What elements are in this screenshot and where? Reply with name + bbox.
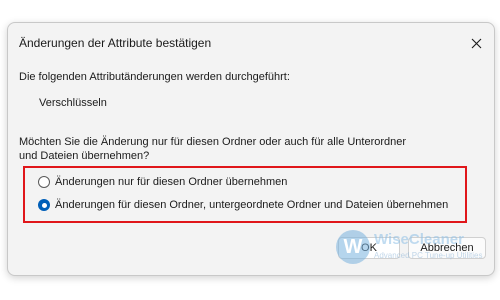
question-text: Möchten Sie die Änderung nur für diesen … — [19, 136, 407, 162]
cancel-button[interactable]: Abbrechen — [408, 237, 486, 259]
option-this-folder-only[interactable]: Änderungen nur für diesen Ordner überneh… — [38, 176, 287, 188]
close-icon — [471, 38, 481, 48]
radio-button-unchecked[interactable] — [38, 176, 50, 188]
intro-text: Die folgenden Attributänderungen werden … — [19, 71, 290, 83]
title-bar: Änderungen der Attribute bestätigen — [8, 23, 494, 63]
apply-options-group: Änderungen nur für diesen Ordner überneh… — [23, 166, 467, 223]
option-label: Änderungen nur für diesen Ordner überneh… — [55, 176, 288, 188]
close-button[interactable] — [465, 32, 487, 54]
radio-button-checked[interactable] — [38, 199, 50, 211]
confirm-attribute-changes-dialog: Änderungen der Attribute bestätigen Die … — [7, 22, 495, 276]
ok-button[interactable]: OK — [338, 237, 400, 259]
dialog-title: Änderungen der Attribute bestätigen — [19, 36, 212, 50]
option-folder-subfolders-files[interactable]: Änderungen für diesen Ordner, untergeord… — [38, 199, 448, 211]
option-label: Änderungen für diesen Ordner, untergeord… — [55, 199, 449, 211]
attribute-change: Verschlüsseln — [39, 97, 107, 109]
